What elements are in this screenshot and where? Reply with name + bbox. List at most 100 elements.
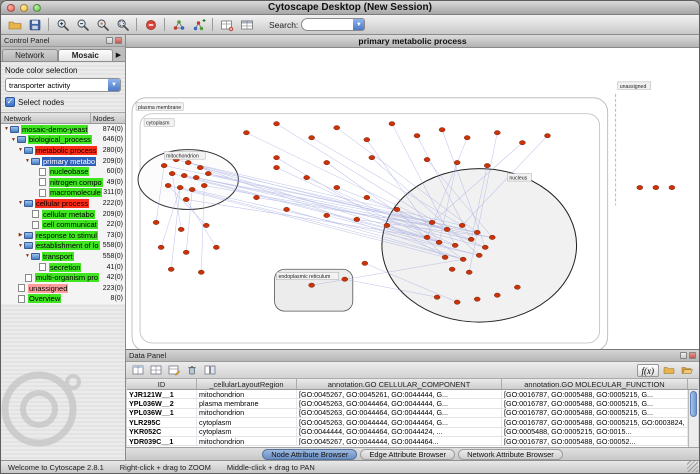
- tree-row[interactable]: unassigned223(0): [1, 283, 125, 294]
- network-node[interactable]: [454, 300, 460, 304]
- select-attributes-button[interactable]: [130, 363, 146, 378]
- search-input[interactable]: ▼: [301, 18, 365, 31]
- destroy-network-button[interactable]: [141, 16, 160, 34]
- network-node[interactable]: [183, 197, 189, 201]
- table-row[interactable]: YJR121W__1mitochondrion[GO:0045267, GO:0…: [127, 390, 688, 399]
- network-node[interactable]: [274, 122, 280, 126]
- network-node[interactable]: [544, 134, 550, 138]
- network-node[interactable]: [354, 217, 360, 221]
- network-node[interactable]: [384, 223, 390, 227]
- network-node[interactable]: [514, 285, 520, 289]
- network-node[interactable]: [439, 128, 445, 132]
- network-node[interactable]: [334, 126, 340, 130]
- table-row[interactable]: YLR295Ccytoplasm[GO:0045263, GO:0044444,…: [127, 418, 688, 427]
- network-canvas-svg[interactable]: plasma membranecytoplasmmitochondrionnuc…: [126, 48, 699, 349]
- open-session-button[interactable]: [5, 16, 24, 34]
- column-header[interactable]: annotation.GO CELLULAR_COMPONENT: [297, 379, 502, 389]
- network-node[interactable]: [637, 185, 643, 189]
- tree-row[interactable]: ▼mosaic-demo-yeast874(0): [1, 124, 125, 135]
- network-node[interactable]: [284, 207, 290, 211]
- network-node[interactable]: [274, 155, 280, 159]
- network-node[interactable]: [436, 240, 442, 244]
- column-header[interactable]: _cellularLayoutRegion: [197, 379, 297, 389]
- network-node[interactable]: [177, 185, 183, 189]
- network-node[interactable]: [424, 157, 430, 161]
- delete-attribute-button[interactable]: [184, 363, 200, 378]
- tree-row[interactable]: secretion41(0): [1, 262, 125, 273]
- expand-arrow-icon[interactable]: ▼: [10, 137, 17, 143]
- network-node[interactable]: [362, 261, 368, 265]
- tree-row[interactable]: ▼metabolic process280(0): [1, 145, 125, 156]
- tree-header-nodes[interactable]: Nodes: [91, 114, 125, 123]
- tree-row[interactable]: nucleobase60(0): [1, 166, 125, 177]
- node-color-dropdown[interactable]: transporter activity ▼: [5, 78, 121, 92]
- network-node[interactable]: [158, 245, 164, 249]
- network-node[interactable]: [489, 235, 495, 239]
- minimize-window-button[interactable]: [20, 4, 28, 12]
- tree-row[interactable]: nitrogen compo49(0): [1, 177, 125, 188]
- zoom-window-button[interactable]: [33, 4, 41, 12]
- network-node[interactable]: [197, 165, 203, 169]
- network-node[interactable]: [394, 207, 400, 211]
- attribute-browser-button[interactable]: [237, 16, 256, 34]
- network-node[interactable]: [203, 223, 209, 227]
- new-attribute-button[interactable]: [217, 16, 236, 34]
- network-canvas[interactable]: plasma membranecytoplasmmitochondrionnuc…: [126, 48, 699, 349]
- network-view-titlebar[interactable]: primary metabolic process: [126, 35, 699, 48]
- network-node[interactable]: [459, 223, 465, 227]
- expand-arrow-icon[interactable]: ▼: [17, 243, 24, 249]
- network-node[interactable]: [454, 160, 460, 164]
- network-node[interactable]: [309, 136, 315, 140]
- network-node[interactable]: [324, 213, 330, 217]
- tree-row[interactable]: ▼transport558(0): [1, 251, 125, 262]
- create-attribute-button[interactable]: [166, 363, 182, 378]
- table-row[interactable]: YKR052Ccytoplasm[GO:0044444, GO:0044464,…: [127, 428, 688, 437]
- column-header[interactable]: annotation.GO MOLECULAR_FUNCTION: [502, 379, 688, 389]
- network-node[interactable]: [205, 171, 211, 175]
- network-node[interactable]: [429, 220, 435, 224]
- network-node[interactable]: [669, 185, 675, 189]
- network-node[interactable]: [476, 253, 482, 257]
- expand-arrow-icon[interactable]: ▼: [3, 126, 10, 132]
- table-scrollbar[interactable]: [688, 390, 698, 447]
- tree-row[interactable]: ▼biological_process646(0): [1, 135, 125, 146]
- zoom-in-button[interactable]: [53, 16, 72, 34]
- network-node[interactable]: [185, 160, 191, 164]
- tab-mosaic[interactable]: Mosaic: [58, 49, 114, 61]
- tab-network-attribute-browser[interactable]: Network Attribute Browser: [458, 449, 563, 460]
- network-node[interactable]: [161, 163, 167, 167]
- tree-row[interactable]: ▼establishment of lo558(0): [1, 241, 125, 252]
- search-dropdown-button[interactable]: ▼: [353, 19, 364, 30]
- network-node[interactable]: [442, 255, 448, 259]
- network-node[interactable]: [304, 175, 310, 179]
- select-nodes-checkbox[interactable]: ✓: [5, 97, 15, 107]
- tab-node-attribute-browser[interactable]: Node Attribute Browser: [262, 449, 357, 460]
- network-node[interactable]: [484, 163, 490, 167]
- float-data-panel-button[interactable]: [680, 352, 687, 359]
- import-network-button[interactable]: [189, 16, 208, 34]
- network-node[interactable]: [474, 230, 480, 234]
- zoom-out-button[interactable]: [73, 16, 92, 34]
- open-attribute-file-button[interactable]: [679, 363, 695, 378]
- network-node[interactable]: [464, 136, 470, 140]
- save-session-button[interactable]: [25, 16, 44, 34]
- tree-row[interactable]: ▼cellular process222(0): [1, 198, 125, 209]
- tree-row[interactable]: ▼primary metabo209(0): [1, 156, 125, 167]
- network-node[interactable]: [165, 183, 171, 187]
- network-node[interactable]: [466, 270, 472, 274]
- expand-arrow-icon[interactable]: ▼: [24, 253, 31, 259]
- column-header[interactable]: ID: [127, 379, 197, 389]
- network-node[interactable]: [364, 195, 370, 199]
- network-node[interactable]: [342, 277, 348, 281]
- tree-header-network[interactable]: Network: [1, 113, 91, 123]
- network-node[interactable]: [474, 297, 480, 301]
- network-node[interactable]: [653, 185, 659, 189]
- network-node[interactable]: [183, 250, 189, 254]
- network-node[interactable]: [243, 131, 249, 135]
- network-node[interactable]: [253, 195, 259, 199]
- import-attributes-button[interactable]: [661, 363, 677, 378]
- network-node[interactable]: [153, 220, 159, 224]
- network-node[interactable]: [193, 175, 199, 179]
- network-node[interactable]: [178, 227, 184, 231]
- network-node[interactable]: [168, 267, 174, 271]
